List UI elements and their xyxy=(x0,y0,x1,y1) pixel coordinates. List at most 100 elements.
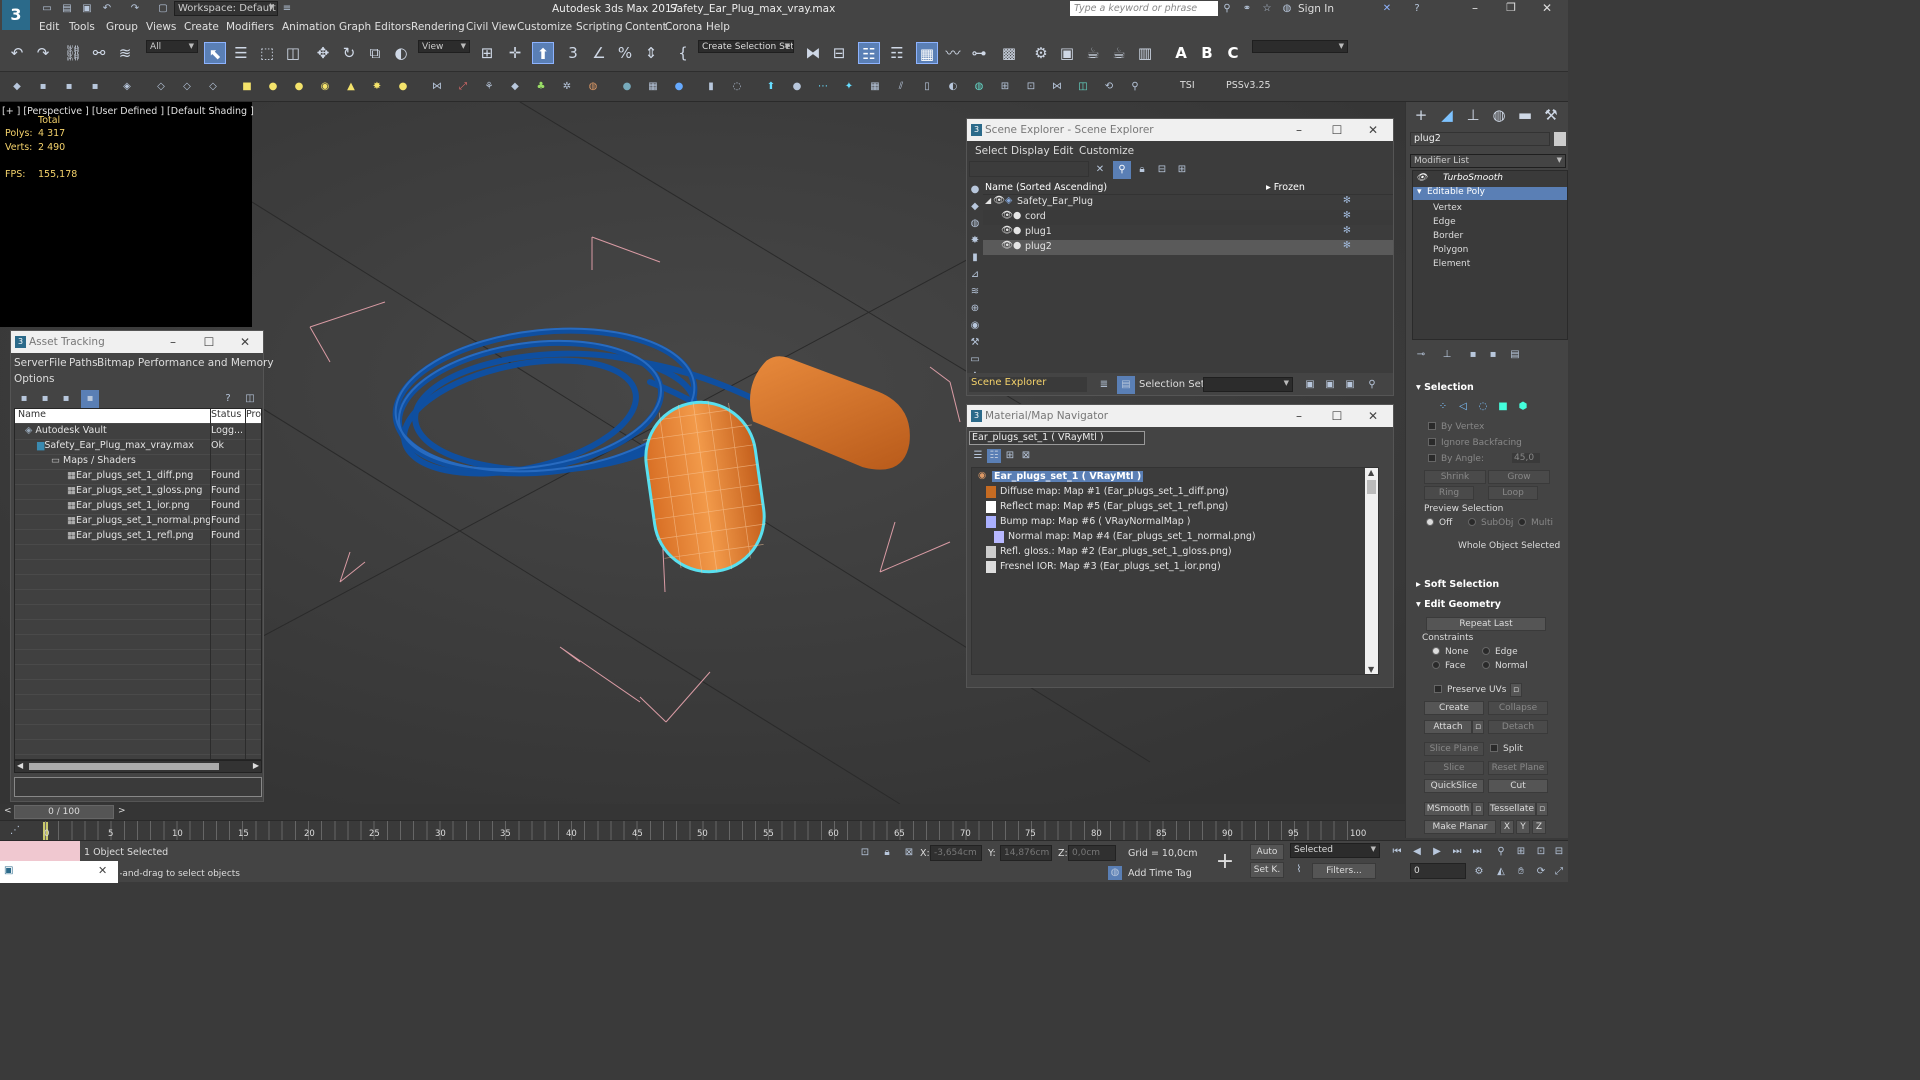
mn-close-button[interactable]: ✕ xyxy=(1355,405,1391,427)
se-groups-icon[interactable]: ⊕ xyxy=(968,302,982,316)
render-iterative-icon[interactable]: ☕ xyxy=(1108,42,1130,64)
search-icon[interactable]: ⚲ xyxy=(1220,2,1234,16)
asset-menu-paths[interactable]: Paths xyxy=(69,357,98,369)
se-selset-dropdown[interactable] xyxy=(1203,377,1293,392)
redo-icon[interactable]: ↷ xyxy=(32,42,54,64)
se-layer-icon[interactable]: ⊞ xyxy=(1175,163,1189,177)
menu-help[interactable]: Help xyxy=(706,21,730,33)
window-crossing-icon[interactable]: ◫ xyxy=(282,42,304,64)
by-vertex-checkbox[interactable]: By Vertex xyxy=(1428,422,1484,432)
stack-item-turbosmooth[interactable]: 👁︎ TurboSmooth xyxy=(1413,173,1567,186)
vertex-select-icon[interactable]: ⁘ xyxy=(1436,400,1450,414)
mirror-icon[interactable]: ⧓ xyxy=(802,42,824,64)
angle-snap-icon[interactable]: ∠ xyxy=(588,42,610,64)
asset-tracking-titlebar[interactable]: 3 Asset Tracking – ☐ ✕ xyxy=(11,331,263,353)
restore-button[interactable]: ❐ xyxy=(1496,1,1526,14)
scene-explorer-titlebar[interactable]: 3 Scene Explorer - Scene Explorer – ☐ ✕ xyxy=(967,119,1393,141)
preserve-uvs-settings-button[interactable]: ▫ xyxy=(1510,683,1522,697)
display-tab-icon[interactable]: ▬ xyxy=(1514,104,1536,126)
menu-animation[interactable]: Animation xyxy=(282,21,336,33)
se-menu-select[interactable]: Select xyxy=(975,145,1007,157)
repeat-last-button[interactable]: Repeat Last xyxy=(1426,617,1546,631)
zoom-all-icon[interactable]: ⊞ xyxy=(1514,845,1528,859)
keyboard-shortcut-icon[interactable]: ⬆ xyxy=(532,42,554,64)
menu-customize[interactable]: Customize xyxy=(517,21,572,33)
stack-vertex[interactable]: Vertex xyxy=(1433,203,1462,213)
modify-tab-icon[interactable]: ◢ xyxy=(1436,104,1458,126)
asset-tracking-maximize-button[interactable]: ☐ xyxy=(191,331,227,353)
tool-icon-31[interactable]: ⊡ xyxy=(1024,80,1038,94)
make-planar-y-button[interactable]: Y xyxy=(1516,820,1530,834)
asset-col-status[interactable]: Status xyxy=(211,409,244,420)
stack-border[interactable]: Border xyxy=(1433,231,1463,241)
extra-dropdown[interactable] xyxy=(1252,40,1348,53)
se-menu-customize[interactable]: Customize xyxy=(1079,145,1134,157)
fov-icon[interactable]: ◭ xyxy=(1494,865,1508,879)
maxscript-listener-pink[interactable] xyxy=(0,841,80,861)
msmooth-button[interactable]: MSmooth xyxy=(1424,802,1472,816)
se-explorer-dropdown[interactable]: Scene Explorer xyxy=(969,377,1087,392)
time-prev-icon[interactable]: < xyxy=(4,806,12,816)
se-containers-icon[interactable]: ▭ xyxy=(968,353,982,367)
select-manipulate-icon[interactable]: ✛ xyxy=(504,42,526,64)
unlink-icon[interactable]: ⚯ xyxy=(88,42,110,64)
tool-icon-13[interactable]: ♣ xyxy=(534,80,548,94)
se-search-input[interactable] xyxy=(969,161,1089,177)
tool-icon-7[interactable]: ◇ xyxy=(180,80,194,94)
mn-view-small-icons-icon[interactable]: ⊞ xyxy=(1003,449,1017,463)
light-icon[interactable]: ✸ xyxy=(370,80,384,94)
se-footer-icon-2[interactable]: ▣ xyxy=(1323,378,1337,392)
asset-row[interactable]: ▆Safety_Ear_Plug_max_vray.max Ok xyxy=(15,440,261,455)
torus-primitive-icon[interactable]: ◉ xyxy=(318,80,332,94)
mn-map-row[interactable]: Normal map: Map #4 (Ear_plugs_set_1_norm… xyxy=(972,530,1378,545)
scroll-thumb[interactable] xyxy=(1367,480,1376,494)
align-icon[interactable]: ⊟ xyxy=(828,42,850,64)
edge-select-icon[interactable]: ◁ xyxy=(1456,400,1470,414)
current-frame-field[interactable]: 0 xyxy=(1410,863,1466,879)
stack-item-editable-poly[interactable]: ▾ Editable Poly xyxy=(1413,187,1567,200)
create-tab-icon[interactable]: + xyxy=(1410,104,1432,126)
mn-map-row[interactable]: Diffuse map: Map #1 (Ear_plugs_set_1_dif… xyxy=(972,485,1378,500)
tool-icon-2[interactable]: ▪ xyxy=(36,80,50,94)
scene-explorer-minimize-button[interactable]: – xyxy=(1281,119,1317,141)
detach-button[interactable]: Detach xyxy=(1488,720,1548,734)
zoom-extents-icon[interactable]: ⊡ xyxy=(1534,845,1548,859)
save-file-icon[interactable]: ▣ xyxy=(80,2,94,16)
tool-icon-22[interactable]: ● xyxy=(790,80,804,94)
reset-plane-button[interactable]: Reset Plane xyxy=(1488,761,1548,775)
maxscript-listener-white[interactable]: ▣ ✕ xyxy=(0,861,118,883)
scene-explorer-close-button[interactable]: ✕ xyxy=(1355,119,1391,141)
preserve-uvs-checkbox[interactable]: Preserve UVs xyxy=(1434,685,1506,695)
mn-vscrollbar[interactable]: ▲ ▼ xyxy=(1365,468,1378,674)
named-selection-dropdown[interactable]: Create Selection Set xyxy=(698,40,794,53)
constraint-normal-radio[interactable]: Normal xyxy=(1482,661,1528,671)
collapse-button[interactable]: Collapse xyxy=(1488,701,1548,715)
mn-view-list-icons-icon[interactable]: ☷ xyxy=(987,449,1001,463)
menu-edit[interactable]: Edit xyxy=(39,21,59,33)
soft-selection-rollout-header[interactable]: ▸ Soft Selection xyxy=(1416,579,1499,590)
visibility-eye-icon[interactable]: 👁︎ xyxy=(1001,225,1013,236)
rendered-frame-icon[interactable]: ▣ xyxy=(1056,42,1078,64)
key-filter-dropdown[interactable]: Selected xyxy=(1290,843,1380,858)
undo-icon[interactable]: ↶ xyxy=(100,2,114,16)
exchange-icon[interactable]: ✕ xyxy=(1380,2,1394,16)
utilities-tab-icon[interactable]: ⚒ xyxy=(1540,104,1562,126)
scroll-thumb[interactable] xyxy=(29,763,219,770)
scroll-up-icon[interactable]: ▲ xyxy=(1368,468,1374,477)
add-time-tag-label[interactable]: Add Time Tag xyxy=(1128,868,1192,879)
box-primitive-icon[interactable]: ■ xyxy=(240,80,254,94)
render-in-cloud-icon[interactable]: ▥ xyxy=(1134,42,1156,64)
orbit-icon[interactable]: ⟳ xyxy=(1534,865,1548,879)
goto-start-icon[interactable]: ⏮ xyxy=(1390,845,1404,859)
close-button[interactable]: ✕ xyxy=(1532,1,1562,15)
tessellate-button[interactable]: Tessellate xyxy=(1488,802,1536,816)
se-filter-icon[interactable]: ⚲ xyxy=(1113,161,1131,179)
bind-spacewarp-icon[interactable]: ≋ xyxy=(114,42,136,64)
tessellate-settings-button[interactable]: ▫ xyxy=(1536,802,1548,816)
selection-filter-dropdown[interactable]: All xyxy=(146,40,198,53)
stack-polygon[interactable]: Polygon xyxy=(1433,245,1468,255)
menu-views[interactable]: Views xyxy=(146,21,176,33)
help-icon[interactable]: ? xyxy=(1410,2,1424,16)
asset-tracking-minimize-button[interactable]: – xyxy=(155,331,191,353)
percent-snap-icon[interactable]: % xyxy=(614,42,636,64)
